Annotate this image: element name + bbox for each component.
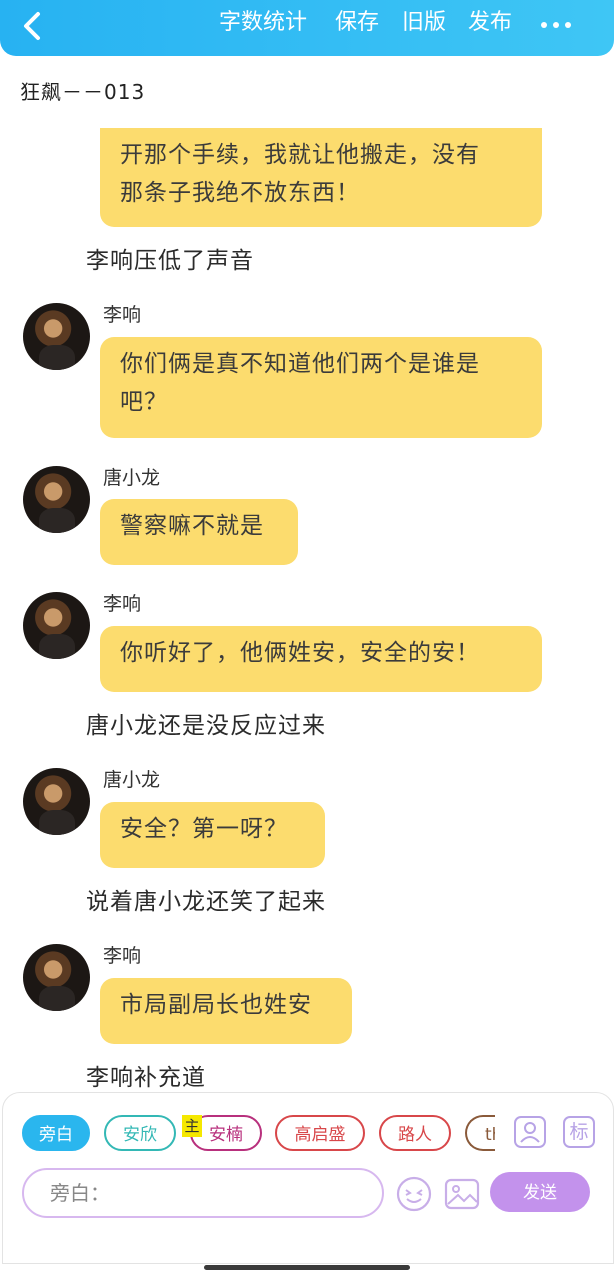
emoji-icon[interactable]	[396, 1176, 432, 1212]
message-bubble[interactable]: 你听好了，他俩姓安，安全的安！	[100, 626, 542, 692]
narration-text[interactable]: 说着唐小龙还笑了起来	[86, 882, 326, 916]
role-chip-anxin[interactable]: 安欣	[104, 1115, 176, 1151]
avatar[interactable]	[23, 768, 90, 835]
chapter-title: 狂飙－－013	[20, 80, 146, 104]
narration-text[interactable]: 李响补充道	[86, 1058, 206, 1092]
speaker-name: 唐小龙	[103, 467, 161, 489]
message-line: 你们俩是真不知道他们两个是谁是	[120, 351, 480, 377]
avatar[interactable]	[23, 303, 90, 370]
label-tag-icon[interactable]: 标	[563, 1116, 595, 1148]
avatar[interactable]	[23, 592, 90, 659]
message-line: 开那个手续，我就让他搬走，没有	[120, 142, 480, 168]
main-role-badge: 主	[182, 1115, 202, 1137]
role-chip-partial[interactable]: th	[465, 1115, 495, 1151]
narration-text[interactable]: 唐小龙还是没反应过来	[86, 706, 326, 740]
speaker-name: 李响	[103, 945, 142, 967]
user-card-glyph	[520, 1122, 540, 1143]
chevron-left-icon	[24, 12, 40, 40]
speaker-name: 唐小龙	[103, 769, 161, 791]
publish-button[interactable]: 发布	[468, 8, 512, 38]
word-count-button[interactable]: 字数统计	[219, 8, 307, 38]
speaker-name: 李响	[103, 593, 142, 615]
narration-text[interactable]: 李响压低了声音	[86, 241, 254, 275]
speaker-name: 李响	[103, 304, 142, 326]
message-bubble[interactable]: 你们俩是真不知道他们两个是谁是 吧？	[100, 337, 542, 438]
message-line: 你听好了，他俩姓安，安全的安！	[120, 640, 480, 666]
user-card-icon[interactable]	[514, 1116, 546, 1148]
message-bubble[interactable]: 安全？第一呀？	[100, 802, 325, 868]
old-version-button[interactable]: 旧版	[402, 8, 446, 38]
message-line: 吧？	[120, 389, 168, 415]
avatar[interactable]	[23, 944, 90, 1011]
home-indicator	[204, 1265, 410, 1270]
role-chip-gaoqisheng[interactable]: 高启盛	[275, 1115, 365, 1151]
image-icon[interactable]	[444, 1176, 480, 1212]
top-bar: 字数统计 保存 旧版 发布	[0, 0, 614, 56]
message-bubble[interactable]: 市局副局长也姓安	[100, 978, 352, 1044]
message-line: 市局副局长也姓安	[120, 992, 312, 1018]
message-line: 警察嘛不就是	[120, 513, 264, 539]
message-input[interactable]	[22, 1168, 384, 1218]
message-bubble[interactable]: 警察嘛不就是	[100, 499, 298, 565]
back-button[interactable]	[14, 6, 54, 46]
role-chip-passerby[interactable]: 路人	[379, 1115, 451, 1151]
role-chip-narrator[interactable]: 旁白	[22, 1115, 90, 1151]
message-bubble[interactable]: 开那个手续，我就让他搬走，没有 那条子我绝不放东西！	[100, 128, 542, 227]
send-button[interactable]: 发送	[490, 1172, 590, 1212]
more-dots-icon[interactable]	[536, 10, 576, 38]
message-line: 安全？第一呀？	[120, 816, 288, 842]
avatar[interactable]	[23, 466, 90, 533]
save-button[interactable]: 保存	[335, 8, 379, 38]
message-line: 那条子我绝不放东西！	[120, 180, 360, 206]
